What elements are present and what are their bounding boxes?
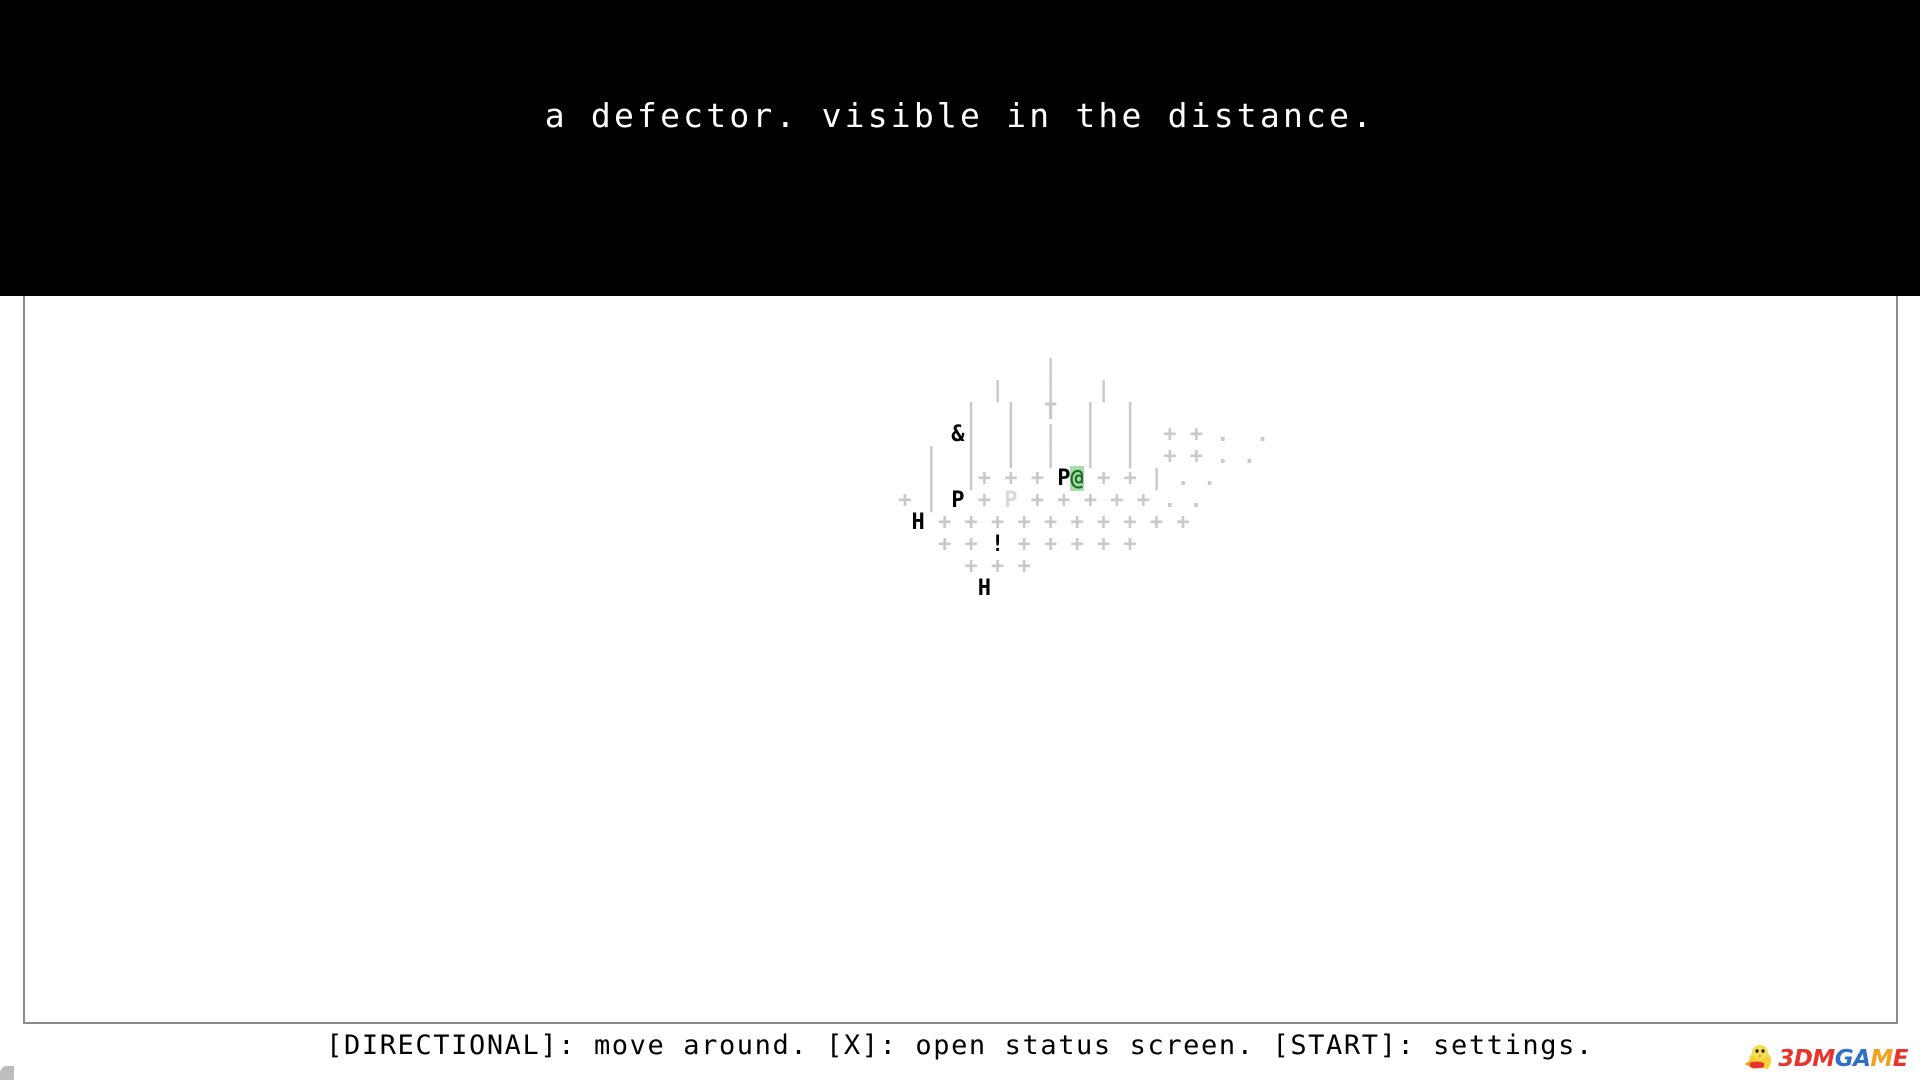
watermark-char-a: A xyxy=(1853,1045,1871,1072)
chick-mascot-icon xyxy=(1745,1045,1772,1074)
watermark-char-m: M xyxy=(1812,1045,1835,1072)
ascii-map[interactable]: | | | | | | T | | &| | | | | + + . . | |… xyxy=(885,358,1269,600)
narration-banner: a defector. visible in the distance. xyxy=(0,0,1920,296)
watermark-char-e: E xyxy=(1892,1045,1909,1072)
ascii-map-row: | | | xyxy=(885,380,1269,402)
ascii-map-row: + + ! + + + + + xyxy=(885,534,1269,556)
ascii-map-row: | |+ + + P@ + + | . . xyxy=(885,466,1269,491)
ascii-map-row: + | P + P + + + + + . . xyxy=(885,490,1269,512)
watermark-char-3: 3 xyxy=(1778,1045,1794,1072)
ascii-map-row: | | T | | xyxy=(885,402,1269,424)
ascii-map-row: | xyxy=(885,358,1269,380)
ascii-map-row: &| | | | | + + . . xyxy=(885,424,1269,446)
ascii-map-row: H + + + + + + + + + + xyxy=(885,512,1269,534)
game-screen: a defector. visible in the distance. | |… xyxy=(0,0,1920,1080)
watermark-text: 3DMGAME xyxy=(1778,1045,1909,1072)
watermark-char-d: D xyxy=(1793,1045,1813,1072)
narration-text: a defector. visible in the distance. xyxy=(544,96,1376,135)
controls-help-bar: [DIRECTIONAL]: move around. [X]: open st… xyxy=(326,1030,1594,1061)
ascii-map-row: H xyxy=(885,578,1269,600)
ascii-map-row: | | | | | | + + . . xyxy=(885,446,1269,468)
map-terrain-glyph xyxy=(885,576,978,601)
game-viewport-frame: | | | | | | T | | &| | | | | + + . . | |… xyxy=(23,296,1898,1024)
watermark-3dmgame: 3DMGAME xyxy=(1742,1042,1909,1076)
corner-speck xyxy=(0,1066,14,1080)
ascii-map-row: + + + xyxy=(885,556,1269,578)
watermark-char-m2: M xyxy=(1870,1045,1893,1072)
watermark-char-g: G xyxy=(1834,1045,1854,1072)
map-entity-glyph: H xyxy=(977,576,991,601)
